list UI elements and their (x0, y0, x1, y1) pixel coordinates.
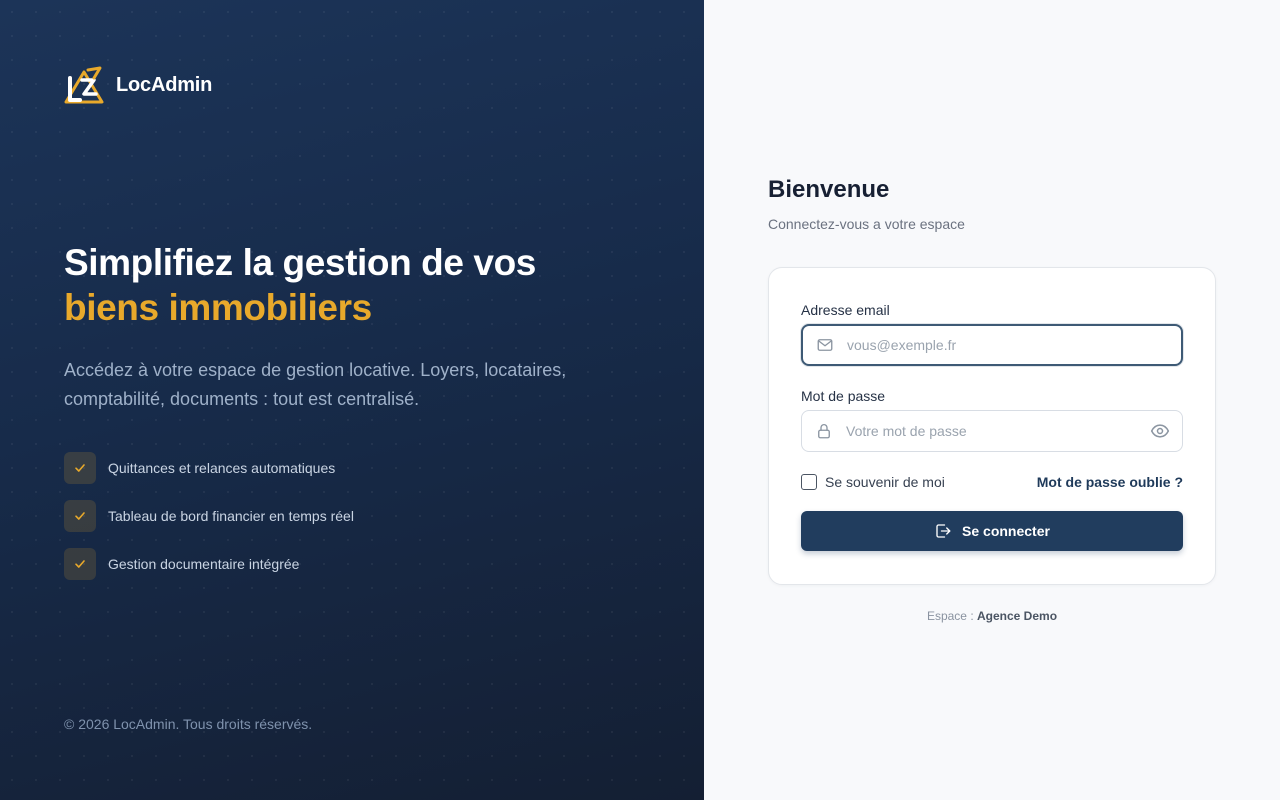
feature-label: Quittances et relances automatiques (108, 460, 336, 476)
password-label: Mot de passe (801, 388, 886, 404)
password-input[interactable] (846, 411, 1138, 451)
hero-title-line1: Simplifiez la gestion de vos (64, 242, 536, 283)
password-field-wrapper (801, 410, 1183, 452)
space-prefix: Espace : (926, 609, 974, 623)
hero-title-highlight: biens immobiliers (64, 287, 372, 328)
login-subtitle: Connectez-vous a votre espace (768, 216, 965, 232)
copyright: © 2026 LocAdmin. Tous droits réservés. (64, 716, 313, 732)
remember-checkbox[interactable] (801, 474, 817, 490)
email-label: Adresse email (801, 302, 890, 318)
hero: Simplifiez la gestion de vos biens immob… (64, 240, 624, 414)
space-name: Agence Demo (977, 609, 1058, 623)
hero-title: Simplifiez la gestion de vos biens immob… (64, 240, 624, 330)
email-field-wrapper (801, 324, 1183, 366)
login-button[interactable]: Se connecter (801, 511, 1183, 551)
feature-item: Gestion documentaire intégrée (64, 548, 354, 580)
email-input[interactable] (847, 326, 1181, 364)
feature-label: Gestion documentaire intégrée (108, 556, 300, 572)
remember-label: Se souvenir de moi (825, 474, 945, 490)
space-info: Espace : Agence Demo (704, 609, 1280, 623)
check-icon (64, 452, 96, 484)
brand: LocAdmin (64, 66, 212, 104)
feature-item: Tableau de bord financier en temps réel (64, 500, 354, 532)
locadmin-logo-icon (64, 66, 104, 104)
eye-icon[interactable] (1138, 421, 1182, 441)
brand-panel: LocAdmin Simplifiez la gestion de vos bi… (0, 0, 704, 800)
login-panel: Bienvenue Connectez-vous a votre espace … (704, 0, 1280, 800)
hero-description: Accédez à votre espace de gestion locati… (64, 360, 567, 409)
forgot-password-link[interactable]: Mot de passe oublie ? (1037, 474, 1183, 490)
mail-icon (803, 336, 847, 354)
login-icon (936, 524, 951, 538)
feature-list: Quittances et relances automatiques Tabl… (64, 452, 354, 596)
feature-label: Tableau de bord financier en temps réel (108, 508, 354, 524)
check-icon (64, 500, 96, 532)
lock-icon (802, 422, 846, 440)
remember-me[interactable]: Se souvenir de moi (801, 474, 945, 490)
brand-name: LocAdmin (116, 73, 213, 96)
feature-item: Quittances et relances automatiques (64, 452, 354, 484)
login-button-label: Se connecter (962, 523, 1050, 539)
login-title: Bienvenue (768, 176, 890, 203)
login-form: Adresse email Mot de passe (768, 267, 1216, 585)
check-icon (64, 548, 96, 580)
